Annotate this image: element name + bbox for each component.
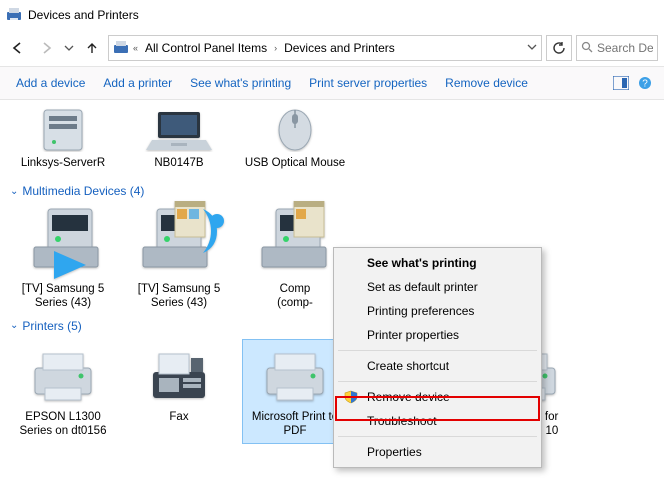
refresh-button[interactable] (546, 35, 572, 61)
menu-remove-device[interactable]: Remove device (337, 385, 538, 409)
device-label: NB0147B (126, 152, 232, 178)
media-item[interactable]: [TV] Samsung 5 Series (43) (10, 200, 116, 313)
media-row: [TV] Samsung 5 Series (43) [TV] Samsung … (0, 200, 664, 313)
media-device-icon (126, 200, 232, 280)
group-title: Printers (5) (22, 319, 81, 333)
cmd-remove-device[interactable]: Remove device (439, 72, 534, 94)
group-title: Multimedia Devices (4) (22, 184, 144, 198)
menu-troubleshoot[interactable]: Troubleshoot (337, 409, 538, 433)
back-button[interactable] (6, 36, 30, 60)
search-icon (581, 41, 593, 56)
shield-icon (343, 390, 359, 404)
forward-button[interactable] (34, 36, 58, 60)
cmd-see-printing[interactable]: See what's printing (184, 72, 297, 94)
chevron-right-icon[interactable]: › (274, 43, 277, 53)
window-title: Devices and Printers (28, 8, 139, 22)
printer-icon (243, 344, 347, 408)
search-input[interactable] (597, 41, 653, 55)
menu-separator (338, 381, 537, 382)
devices-row: Linksys-ServerR NB0147B USB Optical Mous… (0, 104, 664, 178)
cmd-server-props[interactable]: Print server properties (303, 72, 433, 94)
printer-icon (11, 344, 115, 408)
help-icon[interactable]: ? (636, 74, 654, 92)
group-multimedia-header[interactable]: ⌄ Multimedia Devices (4) (0, 178, 664, 200)
printer-label: Fax (127, 408, 231, 436)
chevron-left-icon[interactable]: « (133, 43, 138, 53)
device-item[interactable]: Linksys-ServerR (10, 104, 116, 178)
fax-icon (127, 344, 231, 408)
laptop-icon (126, 104, 232, 152)
title-bar: Devices and Printers (0, 0, 664, 30)
search-box[interactable] (576, 35, 658, 61)
printers-row: EPSON L1300 Series on dt0156 Fax Microso… (0, 339, 664, 444)
command-bar: Add a device Add a printer See what's pr… (0, 66, 664, 100)
menu-set-default-printer[interactable]: Set as default printer (337, 275, 538, 299)
printer-label: EPSON L1300 Series on dt0156 (11, 408, 115, 439)
printer-label: Microsoft Print to PDF (243, 408, 347, 439)
svg-text:?: ? (642, 79, 648, 90)
media-item[interactable]: [TV] Samsung 5 Series (43) (126, 200, 232, 313)
device-label: Linksys-ServerR (10, 152, 116, 178)
context-menu: See what's printing Set as default print… (333, 247, 542, 468)
media-device-icon (10, 200, 116, 280)
mouse-icon (242, 104, 348, 152)
cmd-add-printer[interactable]: Add a printer (97, 72, 178, 94)
menu-properties[interactable]: Properties (337, 440, 538, 464)
printer-item[interactable]: EPSON L1300 Series on dt0156 (10, 339, 116, 444)
chevron-down-icon: ⌄ (10, 186, 18, 197)
address-bar-row: « All Control Panel Items › Devices and … (0, 30, 664, 66)
media-label: [TV] Samsung 5 Series (43) (10, 280, 116, 313)
group-printers-header[interactable]: ⌄ Printers (5) (0, 313, 664, 335)
device-item[interactable]: USB Optical Mouse (242, 104, 348, 178)
chevron-down-icon[interactable] (527, 41, 537, 55)
address-bar[interactable]: « All Control Panel Items › Devices and … (108, 35, 542, 61)
device-label: USB Optical Mouse (242, 152, 348, 178)
cmd-add-device[interactable]: Add a device (10, 72, 91, 94)
menu-see-whats-printing[interactable]: See what's printing (337, 251, 538, 275)
chevron-down-icon: ⌄ (10, 320, 18, 331)
menu-create-shortcut[interactable]: Create shortcut (337, 354, 538, 378)
history-dropdown-button[interactable] (62, 36, 76, 60)
media-label: [TV] Samsung 5 Series (43) (126, 280, 232, 313)
menu-separator (338, 350, 537, 351)
devices-printers-icon (6, 6, 22, 25)
printer-item[interactable]: Fax (126, 339, 232, 444)
preview-pane-icon[interactable] (612, 74, 630, 92)
menu-printing-preferences[interactable]: Printing preferences (337, 299, 538, 323)
devices-printers-icon (113, 39, 129, 58)
breadcrumb-devices-printers[interactable]: Devices and Printers (281, 41, 398, 55)
server-icon (10, 104, 116, 152)
device-item[interactable]: NB0147B (126, 104, 232, 178)
menu-printer-properties[interactable]: Printer properties (337, 323, 538, 347)
content-area: Linksys-ServerR NB0147B USB Optical Mous… (0, 100, 664, 444)
menu-separator (338, 436, 537, 437)
breadcrumb-all-control-panel[interactable]: All Control Panel Items (142, 41, 270, 55)
up-button[interactable] (80, 36, 104, 60)
